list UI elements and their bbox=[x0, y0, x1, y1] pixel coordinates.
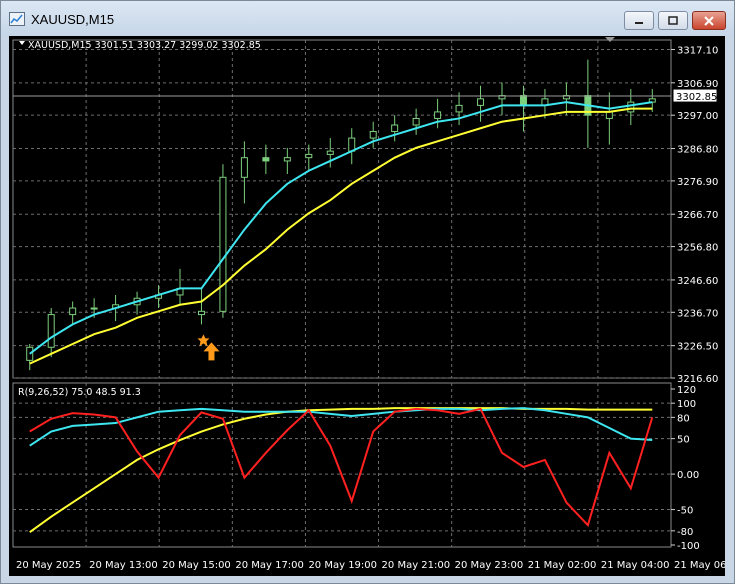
close-icon bbox=[704, 15, 714, 26]
ma-fast-line bbox=[29, 101, 653, 355]
indicator-axis-label: 80 bbox=[677, 413, 690, 424]
chart-canvas[interactable]: 20 May 2025 20 May 13:00 20 May 15:00 20 Ma… bbox=[9, 36, 735, 576]
time-axis-label: 21 May 02:00 bbox=[528, 560, 597, 571]
indicator-axis-label: -100 bbox=[677, 541, 700, 552]
price-pane-header: XAUUSD,M15 3301.51 3303.27 3299.02 3302.… bbox=[28, 40, 261, 51]
candle-body bbox=[283, 157, 291, 162]
indicator-pane-header: R(9,26,52) 75.0 48.5 91.3 bbox=[18, 387, 141, 398]
candle-body bbox=[219, 176, 227, 312]
current-price-label: 3302.85 bbox=[676, 92, 717, 103]
indicator-axis-label: 0.00 bbox=[677, 470, 699, 481]
signal-star-icon bbox=[197, 334, 210, 347]
price-axis-label: 3306.90 bbox=[677, 79, 718, 90]
price-axis-label: 3266.70 bbox=[677, 210, 718, 221]
indicator-pane-frame bbox=[12, 382, 672, 548]
candle-body bbox=[262, 157, 270, 162]
time-axis-label: 20 May 17:00 bbox=[235, 560, 304, 571]
candle-body bbox=[197, 310, 205, 316]
candle-body bbox=[412, 117, 420, 126]
price-axis-label: 3286.80 bbox=[677, 145, 718, 156]
price-axis-label: 3236.70 bbox=[677, 308, 718, 319]
candle-body bbox=[369, 131, 377, 139]
chart-window-icon bbox=[9, 12, 25, 26]
price-axis-label: 3256.80 bbox=[677, 243, 718, 254]
time-axis-label: 20 May 23:00 bbox=[455, 560, 524, 571]
candle-body bbox=[627, 101, 635, 113]
time-axis-label: 21 May 06:00 bbox=[674, 560, 725, 571]
price-axis-label: 3226.50 bbox=[677, 342, 718, 353]
candle-body bbox=[47, 314, 55, 348]
time-axis-label: 20 May 15:00 bbox=[162, 560, 231, 571]
candle-body bbox=[477, 98, 485, 106]
candle-body bbox=[519, 95, 527, 106]
candle-body bbox=[69, 307, 77, 316]
candle-body bbox=[305, 153, 313, 159]
price-axis-label: 3297.00 bbox=[677, 111, 718, 122]
minimize-icon bbox=[635, 21, 643, 24]
close-button[interactable] bbox=[692, 11, 726, 30]
time-axis-label: 21 May 04:00 bbox=[601, 560, 670, 571]
candle-body bbox=[391, 124, 399, 133]
indicator-cyan-line bbox=[29, 407, 653, 447]
chart-area[interactable]: 20 May 2025 20 May 13:00 20 May 15:00 20 Ma… bbox=[9, 36, 735, 576]
time-axis-label: 20 May 21:00 bbox=[382, 560, 451, 571]
indicator-axis-label: -50 bbox=[677, 506, 693, 517]
candle-body bbox=[326, 150, 334, 155]
indicator-red-line bbox=[29, 407, 654, 528]
time-axis-label: 20 May 2025 bbox=[16, 560, 81, 571]
maximize-button[interactable] bbox=[658, 11, 688, 30]
price-axis-label: 3276.90 bbox=[677, 177, 718, 188]
price-axis-label: 3216.60 bbox=[677, 374, 718, 385]
candle-body bbox=[434, 111, 442, 119]
price-axis-label: 3246.60 bbox=[677, 276, 718, 287]
price-axis-label: 3317.10 bbox=[677, 45, 718, 56]
indicator-axis-label: 120 bbox=[677, 385, 696, 396]
time-axis-label: 20 May 19:00 bbox=[308, 560, 377, 571]
minimize-button[interactable] bbox=[624, 11, 654, 30]
indicator-axis-label: 100 bbox=[677, 399, 696, 410]
chart-window: XAUUSD,M15 20 May 2025 20 May 13:00 20 May… bbox=[0, 0, 735, 584]
indicator-axis-label: -80 bbox=[677, 527, 693, 538]
candle-body bbox=[90, 307, 98, 310]
chart-menu-icon[interactable] bbox=[19, 41, 25, 45]
price-pane-frame bbox=[12, 39, 672, 379]
indicator-yellow-line bbox=[29, 407, 653, 534]
indicator-axis-label: 50 bbox=[677, 435, 690, 446]
time-axis-label: 20 May 13:00 bbox=[89, 560, 158, 571]
restore-icon bbox=[668, 15, 678, 25]
candle-body bbox=[240, 157, 248, 178]
ma-slow-line bbox=[29, 107, 653, 365]
candle-body bbox=[455, 104, 463, 113]
window-title: XAUUSD,M15 bbox=[31, 12, 115, 27]
title-bar[interactable]: XAUUSD,M15 bbox=[1, 1, 734, 36]
